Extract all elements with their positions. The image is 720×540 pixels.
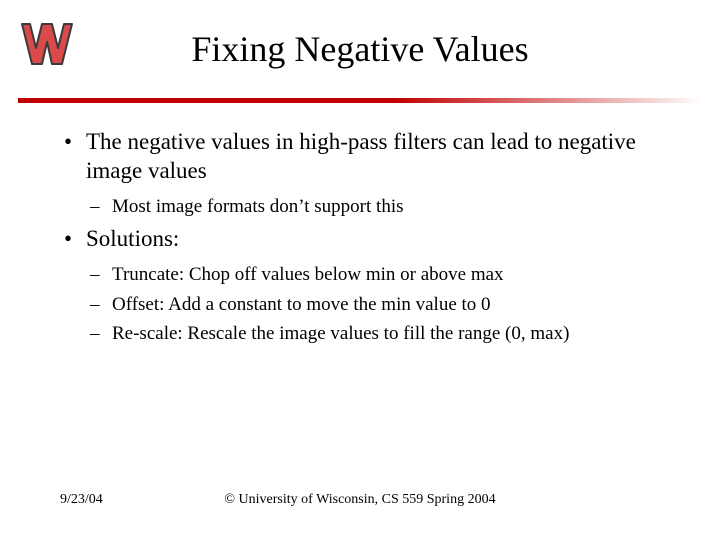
bullet-item: Solutions: Truncate: Chop off values bel… xyxy=(60,225,680,347)
bullet-item: The negative values in high-pass filters… xyxy=(60,128,680,219)
sub-bullet-text: Re-scale: Rescale the image values to fi… xyxy=(112,323,569,344)
footer-copyright: © University of Wisconsin, CS 559 Spring… xyxy=(0,492,720,508)
sub-bullet-item: Most image formats don’t support this xyxy=(86,194,680,220)
title-underline xyxy=(18,98,702,103)
bullet-text: The negative values in high-pass filters… xyxy=(86,129,636,183)
slide: Fixing Negative Values The negative valu… xyxy=(0,0,720,540)
slide-title: Fixing Negative Values xyxy=(0,28,720,70)
sub-bullet-item: Offset: Add a constant to move the min v… xyxy=(86,292,680,318)
sub-bullet-item: Re-scale: Rescale the image values to fi… xyxy=(86,321,680,347)
sub-bullet-text: Offset: Add a constant to move the min v… xyxy=(112,294,491,315)
sub-bullet-text: Most image formats don’t support this xyxy=(112,196,404,217)
bullet-text: Solutions: xyxy=(86,226,179,251)
sub-bullet-item: Truncate: Chop off values below min or a… xyxy=(86,262,680,288)
slide-body: The negative values in high-pass filters… xyxy=(60,128,680,353)
sub-bullet-text: Truncate: Chop off values below min or a… xyxy=(112,264,504,285)
